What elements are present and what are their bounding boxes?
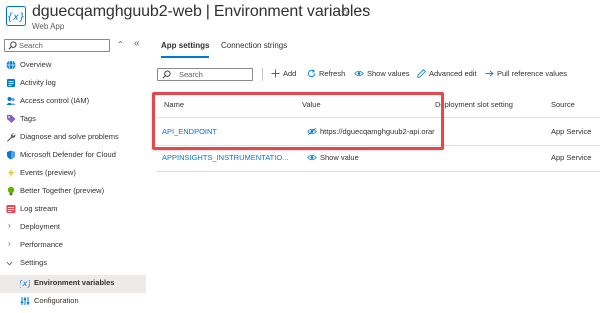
sidebar-item-events[interactable]: Events (preview)	[0, 165, 146, 183]
advanced-edit-button[interactable]: Advanced edit	[417, 69, 477, 78]
sidebar-item-label: Microsoft Defender for Cloud	[20, 150, 116, 159]
refresh-button[interactable]: Refresh	[307, 69, 345, 78]
sidebar-item-configuration[interactable]: Configuration	[0, 293, 146, 311]
activity-log-icon	[7, 79, 15, 87]
resource-type: Web App	[32, 22, 65, 31]
environment-variables-icon: {x}	[6, 6, 26, 26]
sidebar-item-label: Events (preview)	[20, 168, 76, 177]
favorite-star-icon[interactable]: ☆	[340, 6, 350, 19]
pull-reference-values-button[interactable]: Pull reference values	[485, 69, 567, 78]
sidebar-search-placeholder: Search	[19, 41, 43, 50]
configuration-icon	[20, 297, 30, 305]
page-title: dguecqamghguub2-web | Environment variable…	[32, 3, 370, 21]
people-icon	[6, 97, 16, 105]
lightning-icon	[8, 168, 14, 178]
show-values-button[interactable]: Show values	[354, 69, 410, 78]
column-header-deployment-slot[interactable]: Deployment slot setting	[435, 100, 513, 109]
log-stream-icon	[6, 205, 16, 213]
setting-name-link[interactable]: APPINSIGHTS_INSTRUMENTATIO...	[162, 153, 288, 162]
sidebar-item-overview[interactable]: Overview	[0, 57, 146, 75]
sidebar-item-activity-log[interactable]: Activity log	[0, 75, 146, 93]
shield-icon	[7, 150, 15, 160]
pull-reference-values-label: Pull reference values	[497, 69, 568, 78]
collapse-sidebar-icon[interactable]: «	[134, 38, 140, 49]
sidebar-search-input[interactable]: Search	[4, 39, 110, 52]
refresh-label: Refresh	[319, 69, 346, 78]
page-header: {x} dguecqamghguub2-web | Environment vari…	[0, 0, 600, 36]
advanced-edit-label: Advanced edit	[429, 69, 477, 78]
more-options-icon[interactable]: ···	[358, 4, 372, 16]
eye-icon	[354, 70, 364, 77]
setting-source: App Service	[551, 153, 592, 162]
add-button[interactable]: Add	[271, 69, 296, 78]
tab-app-settings[interactable]: App settings	[161, 41, 209, 50]
environment-variables-icon: {x}	[20, 279, 30, 288]
svg-text:{x}: {x}	[20, 279, 30, 288]
plus-icon	[271, 69, 280, 78]
title-separator: |	[205, 3, 210, 20]
settings-search-input[interactable]: Search	[157, 68, 253, 81]
sidebar-item-better-together[interactable]: Better Together (preview)	[0, 183, 146, 201]
lightbulb-icon	[7, 186, 15, 196]
add-label: Add	[283, 69, 297, 78]
sidebar-item-label: Environment variables	[34, 278, 115, 287]
sidebar-item-diagnose[interactable]: Diagnose and solve problems	[0, 129, 146, 147]
show-value-label: Show value	[320, 153, 359, 162]
resource-name: dguecqamghguub2-web	[32, 3, 202, 20]
sidebar-item-label: Overview	[20, 60, 52, 69]
sidebar-item-environment-variables[interactable]: {x} Environment variables	[0, 275, 146, 293]
chevron-right-icon: ›	[8, 221, 11, 230]
show-value-button[interactable]: Show value	[307, 153, 359, 162]
highlight-box	[152, 92, 444, 150]
tag-icon	[7, 115, 16, 123]
sidebar-item-label: Performance	[20, 240, 63, 249]
sidebar-item-defender[interactable]: Microsoft Defender for Cloud	[0, 147, 146, 165]
sidebar-item-log-stream[interactable]: Log stream	[0, 201, 146, 219]
sidebar-group-settings[interactable]: Settings	[0, 255, 146, 273]
sidebar-item-label: Better Together (preview)	[20, 186, 105, 195]
setting-source: App Service	[551, 127, 592, 136]
active-tab-indicator	[161, 56, 209, 58]
sidebar-item-label: Access control (IAM)	[20, 96, 90, 105]
sidebar-group-performance[interactable]: › Performance	[0, 237, 146, 255]
row-divider	[157, 171, 600, 172]
search-icon	[8, 41, 17, 50]
show-values-label: Show values	[367, 69, 410, 78]
sidebar-item-label: Deployment	[20, 222, 61, 231]
chevron-right-icon: ›	[8, 239, 11, 248]
sidebar-item-label: Configuration	[34, 296, 79, 305]
search-icon	[162, 70, 171, 79]
svg-text:{x}: {x}	[7, 12, 25, 23]
sidebar-item-label: Tags	[20, 114, 36, 123]
arrow-right-icon	[485, 70, 494, 77]
refresh-icon	[307, 69, 316, 78]
chevron-down-icon	[6, 261, 13, 266]
settings-search-placeholder: Search	[179, 70, 203, 79]
sort-icon[interactable]: ⌃	[117, 40, 124, 49]
column-header-source[interactable]: Source	[551, 100, 575, 109]
sidebar-group-deployment[interactable]: › Deployment	[0, 219, 146, 237]
sidebar-item-label: Activity log	[20, 78, 56, 87]
toolbar-divider	[262, 68, 263, 81]
sidebar-item-label: Diagnose and solve problems	[20, 132, 119, 141]
edit-icon	[417, 69, 426, 78]
sidebar-item-access-control[interactable]: Access control (IAM)	[0, 93, 146, 111]
globe-icon	[6, 60, 16, 70]
sidebar-item-label: Log stream	[20, 204, 58, 213]
sidebar-item-tags[interactable]: Tags	[0, 111, 146, 129]
eye-icon	[307, 154, 317, 161]
tab-connection-strings[interactable]: Connection strings	[221, 41, 287, 50]
sidebar-item-label: Settings	[20, 258, 48, 267]
wrench-icon	[7, 133, 16, 142]
